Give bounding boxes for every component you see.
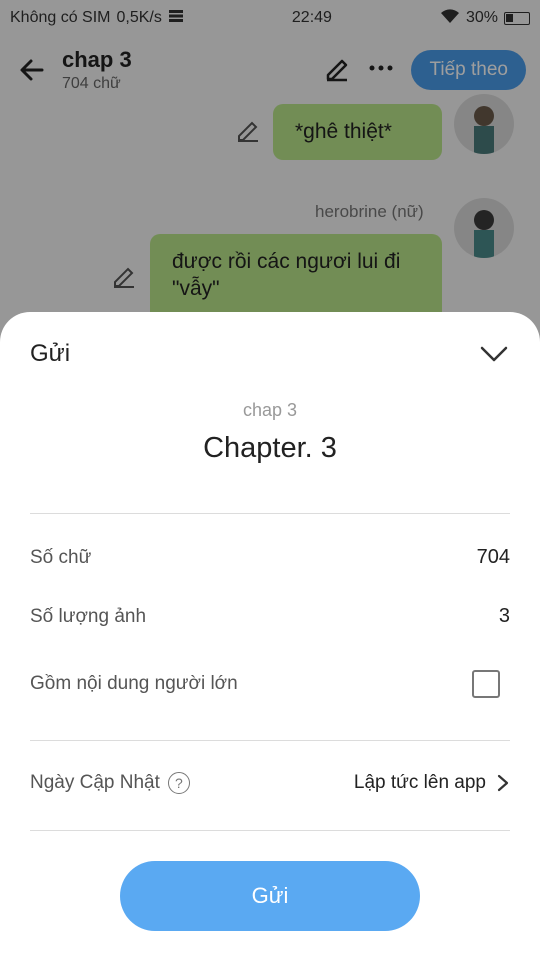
divider <box>30 740 510 741</box>
adult-content-label: Gồm nội dung người lớn <box>30 673 238 694</box>
sheet-title: Gửi <box>30 340 71 367</box>
word-count-value: 704 <box>476 546 510 568</box>
update-date-row[interactable]: Ngày Cập Nhật ? Lập tức lên app <box>30 772 510 794</box>
chevron-down-icon <box>480 346 508 362</box>
image-count-row: Số lượng ảnh 3 <box>30 605 510 628</box>
chapter-subtitle: chap 3 <box>242 400 298 420</box>
collapse-button[interactable] <box>478 338 510 370</box>
divider <box>30 830 510 831</box>
chevron-right-icon <box>497 774 509 792</box>
update-date-value: Lập tức lên app <box>353 772 486 793</box>
chapter-title: Chapter. 3 <box>203 432 337 464</box>
word-count-label: Số chữ <box>30 546 92 568</box>
help-icon[interactable]: ? <box>167 772 190 794</box>
image-count-value: 3 <box>498 605 510 627</box>
image-count-label: Số lượng ảnh <box>30 605 147 627</box>
adult-content-row[interactable]: Gồm nội dung người lớn <box>30 670 510 698</box>
update-date-label: Ngày Cập Nhật <box>30 772 160 793</box>
word-count-row: Số chữ 704 <box>30 546 510 569</box>
adult-content-checkbox[interactable] <box>472 670 500 698</box>
send-button[interactable]: Gửi <box>120 861 420 931</box>
divider <box>30 513 510 514</box>
send-sheet: Gửi chap 3 Chapter. 3 Số chữ 704 Số lượn… <box>0 312 540 960</box>
